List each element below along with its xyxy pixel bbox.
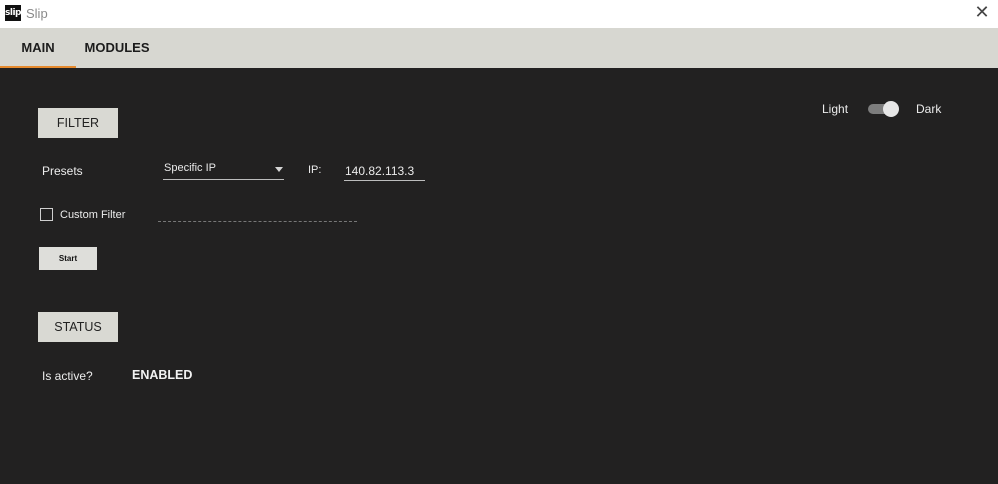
preset-select[interactable]: Specific IP: [163, 162, 284, 180]
status-value: ENABLED: [132, 368, 193, 382]
theme-light-label: Light: [822, 102, 849, 116]
dropdown-arrow-icon: [275, 167, 283, 172]
tab-main[interactable]: MAIN: [0, 28, 76, 68]
status-section-button[interactable]: STATUS: [38, 312, 118, 342]
close-button[interactable]: ✕: [972, 3, 992, 23]
app-logo-icon: slip: [5, 5, 21, 21]
ip-label: IP:: [308, 164, 322, 176]
custom-filter-checkbox[interactable]: [40, 208, 53, 221]
ip-input[interactable]: [344, 162, 425, 181]
tab-bar: MAIN MODULES: [0, 28, 998, 68]
theme-toggle[interactable]: [868, 101, 900, 117]
theme-dark-label: Dark: [916, 102, 942, 116]
title-bar: slip Slip ✕: [0, 0, 998, 28]
custom-filter-label: Custom Filter: [60, 209, 126, 221]
presets-label: Presets: [42, 164, 83, 178]
preset-select-value: Specific IP: [164, 162, 216, 174]
start-button[interactable]: Start: [39, 247, 97, 270]
is-active-label: Is active?: [42, 369, 93, 383]
filter-section-button[interactable]: FILTER: [38, 108, 118, 138]
tab-modules[interactable]: MODULES: [80, 28, 154, 68]
toggle-knob: [883, 101, 899, 117]
window-title: Slip: [26, 6, 48, 21]
custom-filter-input[interactable]: [158, 209, 357, 222]
